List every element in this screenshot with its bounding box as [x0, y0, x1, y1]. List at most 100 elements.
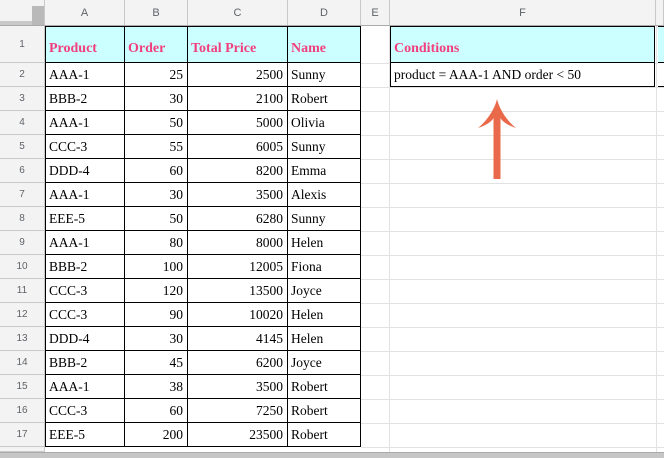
column-header-d[interactable]: D	[288, 0, 361, 25]
row-header-5[interactable]: 5	[0, 135, 45, 159]
cell-b5[interactable]: 55	[125, 135, 188, 159]
cell-c14[interactable]: 6200	[188, 351, 288, 375]
cell-c8[interactable]: 6280	[188, 207, 288, 231]
partial-cell-g1[interactable]	[658, 26, 664, 63]
cell-c11[interactable]: 13500	[188, 279, 288, 303]
cell-a8[interactable]: EEE-5	[45, 207, 125, 231]
row-header-8[interactable]: 8	[0, 207, 45, 231]
cell-a12[interactable]: CCC-3	[45, 303, 125, 327]
cell-b12[interactable]: 90	[125, 303, 188, 327]
cell-a10[interactable]: BBB-2	[45, 255, 125, 279]
cell-b14[interactable]: 45	[125, 351, 188, 375]
cell-c10[interactable]: 12005	[188, 255, 288, 279]
cell-c1[interactable]: Total Price	[188, 26, 288, 63]
select-all-corner[interactable]	[0, 0, 45, 25]
cell-d2[interactable]: Sunny	[288, 63, 361, 87]
cell-b13[interactable]: 30	[125, 327, 188, 351]
row-header-3[interactable]: 3	[0, 87, 45, 111]
cell-d7[interactable]: Alexis	[288, 183, 361, 207]
cell-b17[interactable]: 200	[125, 423, 188, 447]
cell-d4[interactable]: Olivia	[288, 111, 361, 135]
partial-cell-g2[interactable]	[658, 63, 664, 87]
conditions-header-cell[interactable]: Conditions	[390, 26, 655, 63]
column-header-a[interactable]: A	[45, 0, 125, 25]
cell-b10[interactable]: 100	[125, 255, 188, 279]
cell-a13[interactable]: DDD-4	[45, 327, 125, 351]
cell-b6[interactable]: 60	[125, 159, 188, 183]
cell-d8[interactable]: Sunny	[288, 207, 361, 231]
row-header-11[interactable]: 11	[0, 279, 45, 303]
row-header-4[interactable]: 4	[0, 111, 45, 135]
cell-c6[interactable]: 8200	[188, 159, 288, 183]
cell-c9[interactable]: 8000	[188, 231, 288, 255]
cell-b11[interactable]: 120	[125, 279, 188, 303]
cell-b9[interactable]: 80	[125, 231, 188, 255]
horizontal-scrollbar[interactable]	[0, 452, 664, 458]
cell-c15[interactable]: 3500	[188, 375, 288, 399]
cell-a16[interactable]: CCC-3	[45, 399, 125, 423]
row-header-12[interactable]: 12	[0, 303, 45, 327]
cell-c12[interactable]: 10020	[188, 303, 288, 327]
gridline-vertical	[656, 26, 657, 452]
cell-a17[interactable]: EEE-5	[45, 423, 125, 447]
cell-d13[interactable]: Helen	[288, 327, 361, 351]
cell-d10[interactable]: Fiona	[288, 255, 361, 279]
cell-a9[interactable]: AAA-1	[45, 231, 125, 255]
cell-c17[interactable]: 23500	[188, 423, 288, 447]
cell-d6[interactable]: Emma	[288, 159, 361, 183]
row-header-6[interactable]: 6	[0, 159, 45, 183]
cell-a1[interactable]: Product	[45, 26, 125, 63]
cell-a15[interactable]: AAA-1	[45, 375, 125, 399]
row-header-15[interactable]: 15	[0, 375, 45, 399]
row-header-1[interactable]: 1	[0, 26, 45, 63]
cell-a5[interactable]: CCC-3	[45, 135, 125, 159]
row-header-17[interactable]: 17	[0, 423, 45, 447]
cell-d11[interactable]: Joyce	[288, 279, 361, 303]
conditions-value-cell[interactable]: product = AAA-1 AND order < 50	[390, 63, 655, 87]
cell-c5[interactable]: 6005	[188, 135, 288, 159]
cell-a7[interactable]: AAA-1	[45, 183, 125, 207]
cell-a6[interactable]: DDD-4	[45, 159, 125, 183]
row-header-10[interactable]: 10	[0, 255, 45, 279]
cell-b7[interactable]: 30	[125, 183, 188, 207]
gridline-horizontal	[361, 183, 664, 184]
cell-c7[interactable]: 3500	[188, 183, 288, 207]
cell-a14[interactable]: BBB-2	[45, 351, 125, 375]
cell-c3[interactable]: 2100	[188, 87, 288, 111]
row-header-7[interactable]: 7	[0, 183, 45, 207]
cell-a2[interactable]: AAA-1	[45, 63, 125, 87]
cell-b1[interactable]: Order	[125, 26, 188, 63]
row-header-13[interactable]: 13	[0, 327, 45, 351]
cell-d17[interactable]: Robert	[288, 423, 361, 447]
column-header-e[interactable]: E	[361, 0, 390, 25]
cell-c16[interactable]: 7250	[188, 399, 288, 423]
cell-b2[interactable]: 25	[125, 63, 188, 87]
row-header-9[interactable]: 9	[0, 231, 45, 255]
cell-d15[interactable]: Robert	[288, 375, 361, 399]
cell-b4[interactable]: 50	[125, 111, 188, 135]
cell-a3[interactable]: BBB-2	[45, 87, 125, 111]
row-header-2[interactable]: 2	[0, 63, 45, 87]
cell-c13[interactable]: 4145	[188, 327, 288, 351]
cell-d14[interactable]: Joyce	[288, 351, 361, 375]
gridline-horizontal	[361, 447, 664, 448]
column-header-f[interactable]: F	[390, 0, 656, 25]
cell-c4[interactable]: 5000	[188, 111, 288, 135]
cell-d3[interactable]: Robert	[288, 87, 361, 111]
cell-d9[interactable]: Helen	[288, 231, 361, 255]
cell-d16[interactable]: Robert	[288, 399, 361, 423]
cell-d12[interactable]: Helen	[288, 303, 361, 327]
cell-d5[interactable]: Sunny	[288, 135, 361, 159]
cell-b16[interactable]: 60	[125, 399, 188, 423]
cell-b15[interactable]: 38	[125, 375, 188, 399]
cell-b3[interactable]: 30	[125, 87, 188, 111]
cell-c2[interactable]: 2500	[188, 63, 288, 87]
cell-d1[interactable]: Name	[288, 26, 361, 63]
cell-a11[interactable]: CCC-3	[45, 279, 125, 303]
cell-a4[interactable]: AAA-1	[45, 111, 125, 135]
column-header-c[interactable]: C	[188, 0, 288, 25]
row-header-16[interactable]: 16	[0, 399, 45, 423]
column-header-b[interactable]: B	[125, 0, 188, 25]
row-header-14[interactable]: 14	[0, 351, 45, 375]
cell-b8[interactable]: 50	[125, 207, 188, 231]
